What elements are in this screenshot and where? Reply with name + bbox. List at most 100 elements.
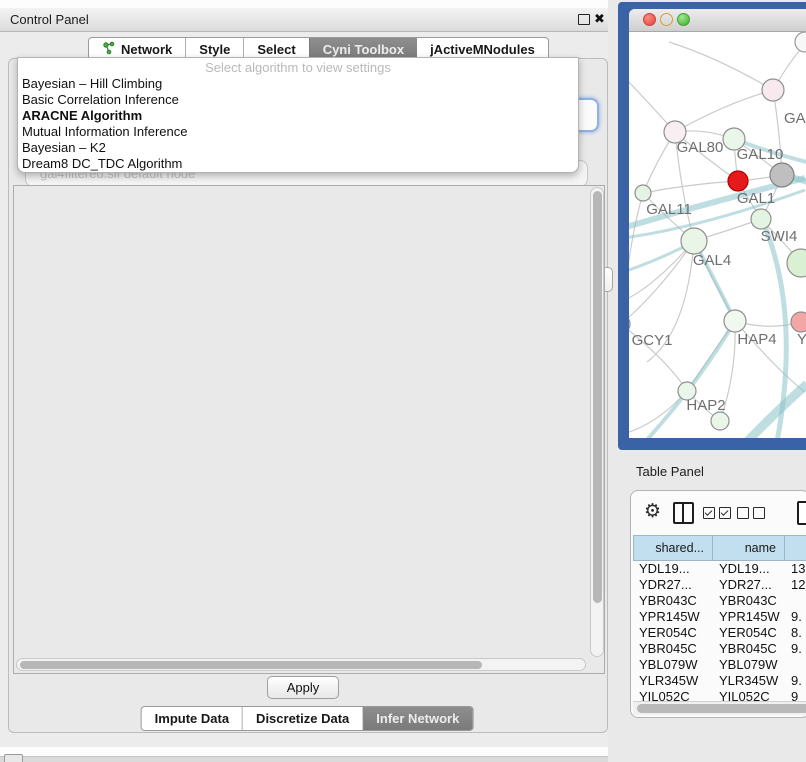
control-panel-titlebar: Control Panel ✖ [0, 8, 608, 32]
tab-label: Select [257, 42, 295, 57]
algorithm-option[interactable]: Bayesian – K2 [18, 140, 578, 156]
table-cell: 13 [785, 561, 806, 577]
table-cell: YIL052C [713, 689, 785, 701]
float-panel-icon[interactable] [578, 14, 590, 25]
algorithm-option[interactable]: Mutual Information Inference [18, 124, 578, 140]
network-node-y[interactable] [791, 312, 806, 332]
close-panel-icon[interactable]: ✖ [594, 11, 605, 27]
network-node[interactable] [728, 171, 748, 191]
select-all-checkboxes-icon[interactable] [703, 507, 731, 519]
scrollbar-thumb[interactable] [20, 661, 482, 669]
network-node-label: HAP2 [686, 397, 725, 414]
network-edge[interactable] [643, 181, 738, 193]
network-node-gal[interactable] [762, 79, 784, 101]
tab-label: jActiveMNodules [430, 42, 535, 57]
table-cell: YBL079W [633, 657, 713, 673]
network-node-hap4[interactable] [724, 310, 746, 332]
algorithm-option[interactable]: Basic Correlation Inference [18, 92, 578, 108]
table-cell: YBR045C [713, 641, 785, 657]
table-cell: YBL079W [713, 657, 785, 673]
settings-gear-icon[interactable]: ⚙ [644, 500, 661, 523]
settings-vertical-scrollbar[interactable] [590, 187, 604, 657]
tab-label: Style [199, 42, 230, 57]
network-node-label: GAL80 [677, 139, 724, 156]
network-icon [102, 41, 121, 58]
table-horizontal-scrollbar[interactable] [633, 701, 806, 715]
table-cell [785, 657, 806, 673]
network-node-label: GAL [784, 110, 806, 127]
table-cell: YDR27... [713, 577, 785, 593]
algorithm-popup-list: Bayesian – Hill ClimbingBasic Correlatio… [18, 76, 578, 172]
table-row[interactable]: YIL052CYIL052C9 [633, 689, 806, 701]
network-edge-highlighted[interactable] [724, 384, 806, 438]
table-row[interactable]: YBL079WYBL079W [633, 657, 806, 673]
network-node[interactable] [795, 32, 806, 52]
network-node-label: GAL1 [737, 190, 775, 207]
table-cell: 12 [785, 577, 806, 593]
table-toolbar: ⚙ [631, 491, 806, 535]
network-edge[interactable] [629, 241, 694, 324]
settings-scroll-viewport [13, 185, 605, 674]
table-rows: YDL19...YDL19...13YDR27...YDR27...12YBR0… [633, 561, 806, 701]
algorithm-option[interactable]: ARACNE Algorithm [18, 108, 578, 124]
table-row[interactable]: YLR345WYLR345W9. [633, 673, 806, 689]
table-cell: YIL052C [633, 689, 713, 701]
table-cell: YER054C [713, 625, 785, 641]
table-cell: YBR043C [713, 593, 785, 609]
bottom-tabs: Impute DataDiscretize DataInfer Network [141, 706, 474, 731]
network-edge[interactable] [669, 42, 773, 90]
network-node[interactable] [770, 163, 794, 187]
table-cell: 9. [785, 609, 806, 625]
network-graph[interactable]: GALGAL80GAL10GAL1GAL11GAL4SWI4HAP4YGCY1H… [629, 32, 806, 438]
algorithm-option[interactable]: Bayesian – Hill Climbing [18, 76, 578, 92]
network-node-gal1[interactable] [751, 209, 771, 229]
document-icon[interactable] [797, 501, 806, 525]
screen: Control Panel ✖ NetworkStyleSelectCyni T… [0, 0, 806, 762]
network-edge[interactable] [629, 193, 643, 324]
network-node[interactable] [711, 412, 729, 430]
table-row[interactable]: YBR043CYBR043C [633, 593, 806, 609]
collapsed-panel-icon[interactable] [4, 754, 23, 762]
network-window-titlebar[interactable] [629, 9, 806, 32]
scrollbar-thumb[interactable] [637, 704, 806, 713]
zoom-window-icon[interactable] [677, 13, 690, 26]
column-header[interactable]: name [713, 535, 785, 561]
algorithm-popup-placeholder: Select algorithm to view settings [18, 60, 578, 76]
table-row[interactable]: YDL19...YDL19...13 [633, 561, 806, 577]
control-panel-title: Control Panel [10, 12, 89, 27]
network-node-label: HAP4 [737, 331, 776, 348]
table-cell: 9 [785, 689, 806, 701]
table-panel-title: Table Panel [636, 464, 704, 479]
column-header[interactable]: A [785, 535, 806, 561]
tab-label: Network [121, 42, 172, 57]
column-header[interactable]: shared... [633, 535, 713, 561]
table-cell: 9. [785, 641, 806, 657]
settings-horizontal-scrollbar[interactable] [16, 658, 586, 671]
network-node-label: GAL4 [693, 252, 731, 269]
tab-infer-network[interactable]: Infer Network [362, 707, 472, 730]
table-row[interactable]: YER054CYER054C8. [633, 625, 806, 641]
table-cell: YER054C [633, 625, 713, 641]
deselect-all-checkboxes-icon[interactable] [737, 507, 765, 519]
table-cell: YPR145W [633, 609, 713, 625]
algorithm-option[interactable]: Dream8 DC_TDC Algorithm [18, 156, 578, 172]
scrollbar-thumb[interactable] [593, 191, 602, 603]
network-node-swi4[interactable] [787, 249, 806, 277]
table-cell: YDL19... [633, 561, 713, 577]
table-row[interactable]: YPR145WYPR145W9. [633, 609, 806, 625]
table-cell: YBR043C [633, 593, 713, 609]
tab-discretize-data[interactable]: Discretize Data [242, 707, 362, 730]
network-node-gal4[interactable] [681, 228, 707, 254]
table-cell: YDR27... [633, 577, 713, 593]
close-window-icon[interactable] [643, 13, 656, 26]
network-node-gal11[interactable] [635, 185, 651, 201]
minimize-window-icon[interactable] [660, 13, 673, 26]
split-view-icon[interactable] [673, 502, 694, 524]
table-cell: YLR345W [713, 673, 785, 689]
table-row[interactable]: YBR045CYBR045C9. [633, 641, 806, 657]
network-canvas[interactable]: GALGAL80GAL10GAL1GAL11GAL4SWI4HAP4YGCY1H… [629, 32, 806, 438]
tab-impute-data[interactable]: Impute Data [142, 707, 242, 730]
apply-button[interactable]: Apply [267, 676, 339, 699]
network-edge[interactable] [675, 90, 773, 132]
table-row[interactable]: YDR27...YDR27...12 [633, 577, 806, 593]
